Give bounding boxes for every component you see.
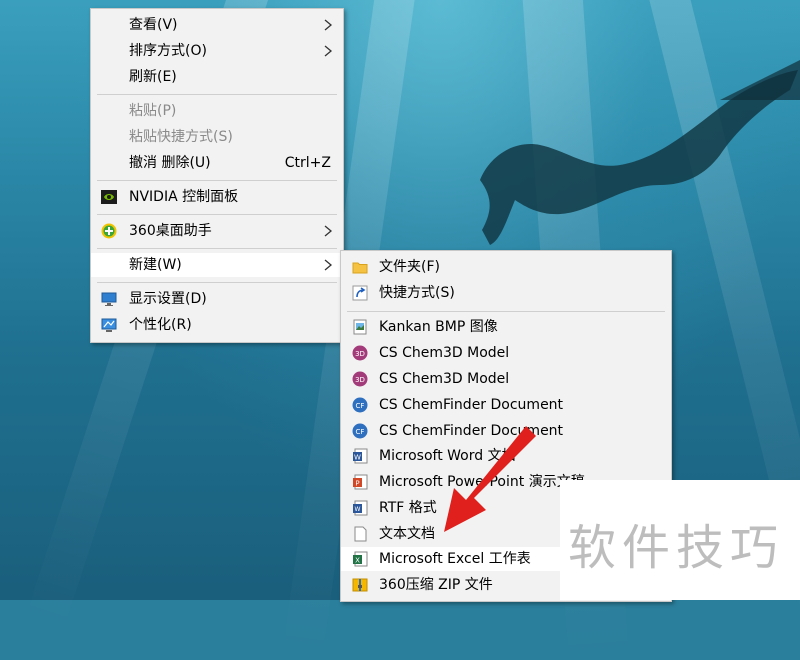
menu-item-label: 撤消 删除(U) <box>129 155 211 171</box>
menu-item-label: 显示设置(D) <box>129 291 207 307</box>
menu-item-label: 粘贴(P) <box>129 103 177 119</box>
chevron-right-icon <box>324 19 333 31</box>
menu-item-undo-delete[interactable]: 撤消 删除(U) Ctrl+Z <box>91 151 343 175</box>
menu-item-sort-by[interactable]: 排序方式(O) <box>91 39 343 63</box>
rtf-icon: W <box>353 500 368 516</box>
submenu-item-label: CS ChemFinder Document <box>379 397 564 413</box>
menu-item-personalize[interactable]: 个性化(R) <box>91 313 343 337</box>
excel-icon: X <box>353 551 368 567</box>
menu-item-label: 刷新(E) <box>129 69 177 85</box>
submenu-item-label: CS Chem3D Model <box>379 371 510 387</box>
diver-silhouette <box>480 60 800 245</box>
chevron-right-icon <box>324 45 333 57</box>
svg-text:W: W <box>355 506 361 513</box>
menu-separator <box>347 311 665 312</box>
display-settings-icon <box>101 292 117 306</box>
menu-item-label: 粘贴快捷方式(S) <box>129 129 233 145</box>
menu-item-refresh[interactable]: 刷新(E) <box>91 65 343 89</box>
submenu-item-label: Kankan BMP 图像 <box>379 319 498 335</box>
menu-separator <box>97 214 337 215</box>
folder-icon <box>352 262 368 274</box>
menu-item-label: 360桌面助手 <box>129 223 212 239</box>
svg-text:X: X <box>355 557 360 565</box>
menu-separator <box>97 282 337 283</box>
submenu-item-folder[interactable]: 文件夹(F) <box>341 255 671 279</box>
submenu-item-label: 360压缩 ZIP 文件 <box>379 577 493 593</box>
submenu-item-shortcut[interactable]: 快捷方式(S) <box>341 281 671 305</box>
chemfinder-icon: CF <box>352 423 368 439</box>
menu-item-new[interactable]: 新建(W) <box>91 253 343 277</box>
shortcut-icon <box>352 285 368 301</box>
menu-item-label: 查看(V) <box>129 17 178 33</box>
desktop-context-menu: 查看(V) 排序方式(O) 刷新(E) 粘贴(P) 粘贴快捷方式(S) 撤消 删… <box>90 8 344 343</box>
menu-item-label: NVIDIA 控制面板 <box>129 189 239 205</box>
text-document-icon <box>354 526 367 542</box>
submenu-item-bmp-image[interactable]: Kankan BMP 图像 <box>341 315 671 339</box>
menu-separator <box>97 248 337 249</box>
menu-separator <box>97 180 337 181</box>
submenu-item-label: 快捷方式(S) <box>379 285 455 301</box>
nvidia-icon <box>101 190 117 204</box>
menu-item-360-desktop-assistant[interactable]: 360桌面助手 <box>91 219 343 243</box>
submenu-item-label: Microsoft Excel 工作表 <box>379 551 531 567</box>
submenu-item-label: RTF 格式 <box>379 500 437 516</box>
submenu-item-chemfinder-document[interactable]: CF CS ChemFinder Document <box>341 393 671 417</box>
submenu-item-label: 文本文档 <box>379 526 435 542</box>
watermark-text: 软件技巧 <box>568 520 785 576</box>
menu-separator <box>97 94 337 95</box>
personalize-icon <box>101 318 117 332</box>
svg-text:CF: CF <box>356 428 365 436</box>
menu-item-label: 个性化(R) <box>129 317 192 333</box>
word-icon: W <box>353 448 368 464</box>
menu-item-shortcut: Ctrl+Z <box>284 155 331 171</box>
svg-text:3D: 3D <box>355 376 365 384</box>
menu-item-view[interactable]: 查看(V) <box>91 13 343 37</box>
chevron-right-icon <box>324 225 333 237</box>
svg-text:P: P <box>355 480 359 488</box>
menu-item-nvidia-control-panel[interactable]: NVIDIA 控制面板 <box>91 185 343 209</box>
submenu-item-chem3d-model[interactable]: 3D CS Chem3D Model <box>341 367 671 391</box>
menu-item-paste-shortcut: 粘贴快捷方式(S) <box>91 125 343 149</box>
menu-item-display-settings[interactable]: 显示设置(D) <box>91 287 343 311</box>
svg-text:W: W <box>354 454 361 462</box>
menu-item-paste: 粘贴(P) <box>91 99 343 123</box>
red-arrow-annotation <box>444 426 536 532</box>
menu-item-label: 新建(W) <box>129 257 182 273</box>
submenu-item-chem3d-model[interactable]: 3D CS Chem3D Model <box>341 341 671 365</box>
svg-text:3D: 3D <box>355 350 365 358</box>
360-icon <box>101 223 117 239</box>
bmp-image-icon <box>353 319 367 335</box>
chemfinder-icon: CF <box>352 397 368 413</box>
chem3d-icon: 3D <box>352 345 368 361</box>
svg-text:CF: CF <box>356 402 365 410</box>
chevron-right-icon <box>324 259 333 271</box>
powerpoint-icon: P <box>353 474 368 490</box>
menu-item-label: 排序方式(O) <box>129 43 207 59</box>
submenu-item-label: 文件夹(F) <box>379 259 440 275</box>
submenu-item-label: CS Chem3D Model <box>379 345 510 361</box>
chem3d-icon: 3D <box>352 371 368 387</box>
zip-icon <box>352 578 368 592</box>
